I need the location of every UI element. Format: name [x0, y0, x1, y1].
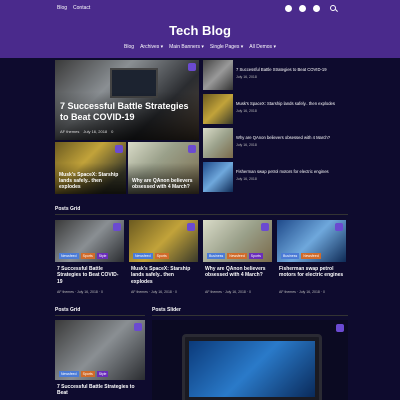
top-link-contact[interactable]: Contact [73, 5, 90, 11]
list-item-title[interactable]: Musk's SpaceX: Starship lands safely.. t… [236, 101, 348, 106]
post-card[interactable]: Business Newsfeed Sports Why are QAnon b… [203, 220, 272, 294]
main-nav: Blog Archives ▾ Main Banners ▾ Single Pa… [0, 44, 400, 50]
post-title[interactable]: 7 Successful Battle Strategies to Beat C… [57, 266, 123, 285]
list-item[interactable]: Why are QAnon believers obsessed with 4 … [203, 128, 351, 158]
section-heading-slider: Posts Slider [152, 307, 181, 313]
post-image: Business Newsfeed [277, 220, 346, 262]
gallery-icon [336, 324, 344, 332]
post-title[interactable]: 7 Successful Battle Strategies to Beat [57, 384, 145, 397]
hero-sub-title-1[interactable]: Musk's SpaceX: Starship lands safely.. t… [59, 172, 122, 190]
post-meta: AF themes · July 16, 2018 · 0 [131, 290, 177, 294]
post-meta: AF themes · July 16, 2018 · 0 [57, 290, 103, 294]
laptop-screen [189, 341, 315, 397]
post-tags: Newsfeed Sports [133, 253, 169, 259]
tag[interactable]: Newsfeed [59, 371, 79, 377]
tag[interactable]: Style [96, 371, 109, 377]
post-meta: AF themes · July 16, 2018 · 0 [205, 290, 251, 294]
post-title[interactable]: Why are QAnon believers obsessed with 4 … [205, 266, 271, 279]
tag[interactable]: Sports [80, 253, 95, 259]
tag[interactable]: Newsfeed [227, 253, 247, 259]
hero-sub-title-2[interactable]: Why are QAnon believers obsessed with 4 … [132, 178, 195, 190]
list-item-title[interactable]: 7 Successful Battle Strategies to Beat C… [236, 67, 348, 72]
post-title[interactable]: Musk's SpaceX: Starship lands safely.. t… [131, 266, 197, 285]
post-tags: Newsfeed Sports Style [59, 371, 109, 377]
post-card[interactable]: Newsfeed Sports Musk's SpaceX: Starship … [129, 220, 198, 294]
post-tags: Newsfeed Sports Style [59, 253, 109, 259]
site-title[interactable]: Tech Blog [0, 23, 400, 38]
list-item[interactable]: Fisherman swap petrol motors for electri… [203, 162, 351, 192]
search-icon[interactable] [330, 5, 336, 11]
list-item[interactable]: 7 Successful Battle Strategies to Beat C… [203, 60, 351, 90]
tag[interactable]: Sports [80, 371, 95, 377]
list-thumb [203, 128, 233, 158]
meta-author[interactable]: AF themes [60, 129, 79, 134]
post-image: Newsfeed Sports [129, 220, 198, 262]
posts-slider[interactable] [152, 320, 348, 400]
list-item-date: July 16, 2018 [236, 75, 257, 79]
tag[interactable]: Newsfeed [133, 253, 153, 259]
gallery-icon [113, 223, 121, 231]
post-card[interactable]: Newsfeed Sports Style 7 Successful Battl… [55, 220, 124, 294]
twitter-icon[interactable] [299, 5, 306, 12]
hero-main-meta: AF themes July 16, 2018 0 [60, 129, 113, 134]
post-tags: Business Newsfeed Sports [207, 253, 263, 259]
gallery-icon [115, 145, 123, 153]
top-links: Blog Contact [57, 5, 90, 11]
gallery-icon [187, 223, 195, 231]
list-item-title[interactable]: Fisherman swap petrol motors for electri… [236, 169, 348, 174]
nav-item-blog[interactable]: Blog [124, 44, 134, 50]
section-divider [152, 315, 348, 316]
gallery-icon [188, 145, 196, 153]
tag[interactable]: Sports [248, 253, 263, 259]
post-meta: AF themes · July 16, 2018 · 0 [279, 290, 325, 294]
post-image: Business Newsfeed Sports [203, 220, 272, 262]
youtube-icon[interactable] [313, 5, 320, 12]
hero-main-shade [55, 60, 199, 140]
nav-item-single-pages[interactable]: Single Pages ▾ [210, 44, 243, 50]
hero-sub-card-2[interactable]: Why are QAnon believers obsessed with 4 … [128, 142, 199, 194]
post-card[interactable]: Business Newsfeed Fisherman swap petrol … [277, 220, 346, 294]
post-title[interactable]: Fisherman swap petrol motors for electri… [279, 266, 345, 279]
gallery-icon [261, 223, 269, 231]
laptop-graphic [182, 334, 322, 400]
meta-comments: 0 [111, 129, 114, 134]
tag[interactable]: Style [96, 253, 109, 259]
list-item-date: July 16, 2018 [236, 143, 257, 147]
list-item-date: July 16, 2018 [236, 109, 257, 113]
gallery-icon [188, 63, 196, 71]
social-links [285, 5, 320, 12]
list-thumb [203, 162, 233, 192]
tag[interactable]: Business [207, 253, 226, 259]
list-thumb [203, 94, 233, 124]
tag[interactable]: Business [281, 253, 300, 259]
facebook-icon[interactable] [285, 5, 292, 12]
section-divider [55, 315, 145, 316]
post-card[interactable]: Newsfeed Sports Style 7 Successful Battl… [55, 320, 145, 396]
nav-item-archives[interactable]: Archives ▾ [140, 44, 163, 50]
gallery-icon [134, 323, 142, 331]
gallery-icon [335, 223, 343, 231]
meta-date: July 16, 2018 [83, 129, 108, 134]
section-divider [55, 214, 348, 215]
site-header: Tech Blog Blog Archives ▾ Main Banners ▾… [0, 18, 400, 58]
hero-main-card[interactable]: 7 Successful Battle Strategies to Beat C… [55, 60, 199, 140]
tag[interactable]: Sports [154, 253, 169, 259]
nav-item-main-banners[interactable]: Main Banners ▾ [169, 44, 204, 50]
list-item-title[interactable]: Why are QAnon believers obsessed with 4 … [236, 135, 348, 140]
list-thumb [203, 60, 233, 90]
list-item[interactable]: Musk's SpaceX: Starship lands safely.. t… [203, 94, 351, 124]
section-heading-grid: Posts Grid [55, 307, 81, 313]
tag[interactable]: Newsfeed [301, 253, 321, 259]
hero-sub-card-1[interactable]: Musk's SpaceX: Starship lands safely.. t… [55, 142, 126, 194]
hero-main-title[interactable]: 7 Successful Battle Strategies to Beat C… [60, 101, 191, 122]
list-item-date: July 16, 2018 [236, 177, 257, 181]
section-heading: Posts Grid [55, 206, 81, 212]
top-link-blog[interactable]: Blog [57, 5, 67, 11]
post-image: Newsfeed Sports Style [55, 220, 124, 262]
tag[interactable]: Newsfeed [59, 253, 79, 259]
post-tags: Business Newsfeed [281, 253, 321, 259]
post-image: Newsfeed Sports Style [55, 320, 145, 380]
nav-item-all-demos[interactable]: All Demos ▾ [249, 44, 276, 50]
